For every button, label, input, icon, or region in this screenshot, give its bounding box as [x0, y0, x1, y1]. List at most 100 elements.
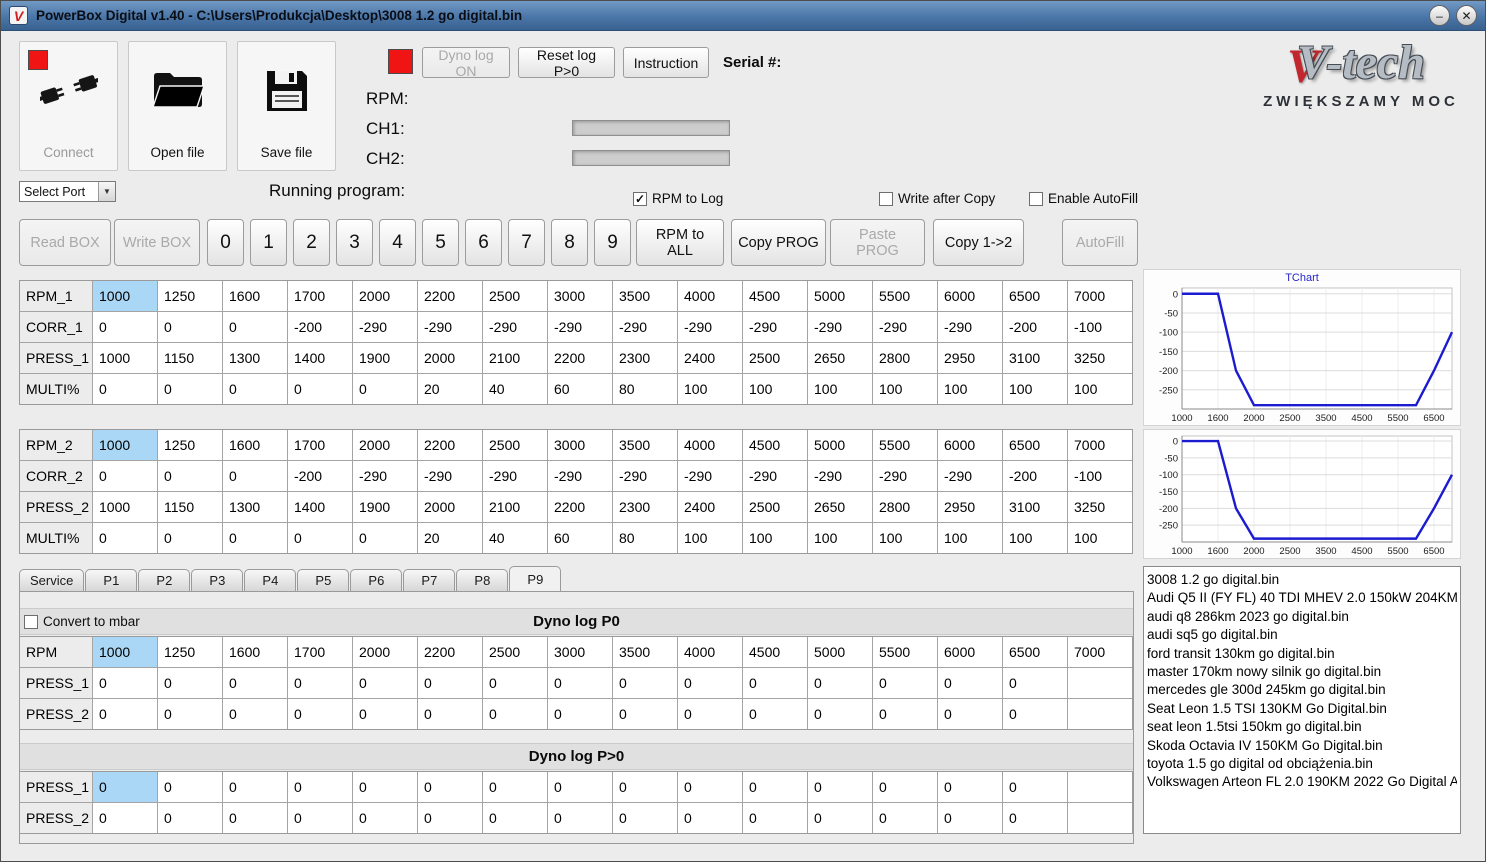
- table-cell[interactable]: 0: [223, 374, 287, 404]
- table-cell[interactable]: 0: [678, 803, 742, 833]
- table-cell[interactable]: 6500: [1003, 281, 1067, 311]
- table-cell[interactable]: 2200: [548, 492, 612, 522]
- table-cell[interactable]: 2500: [483, 637, 547, 667]
- table-cell[interactable]: [1068, 699, 1132, 729]
- instruction-button[interactable]: Instruction: [623, 47, 709, 78]
- table-cell[interactable]: 0: [938, 772, 1002, 802]
- table-cell[interactable]: -100: [1068, 461, 1132, 491]
- table-cell[interactable]: 40: [483, 523, 547, 553]
- table-cell[interactable]: 2800: [873, 343, 937, 373]
- table-cell[interactable]: 0: [223, 461, 287, 491]
- file-list-item[interactable]: Seat Leon 1.5 TSI 130KM Go Digital.bin: [1147, 700, 1457, 718]
- table-cell[interactable]: 0: [223, 699, 287, 729]
- table-cell[interactable]: 100: [1003, 374, 1067, 404]
- table-cell[interactable]: -290: [613, 312, 677, 342]
- table-cell[interactable]: 100: [1003, 523, 1067, 553]
- table-cell[interactable]: 0: [613, 699, 677, 729]
- table-cell[interactable]: -290: [678, 312, 742, 342]
- table-cell[interactable]: 0: [808, 699, 872, 729]
- table-cell[interactable]: 7000: [1068, 430, 1132, 460]
- table-cell[interactable]: -200: [1003, 312, 1067, 342]
- table-cell[interactable]: 1000: [93, 430, 157, 460]
- table-cell[interactable]: 6000: [938, 281, 1002, 311]
- table-cell[interactable]: [1068, 668, 1132, 698]
- table-cell[interactable]: 2500: [743, 492, 807, 522]
- table-cell[interactable]: 1600: [223, 637, 287, 667]
- table-cell[interactable]: 7000: [1068, 637, 1132, 667]
- table-cell[interactable]: 3500: [613, 637, 677, 667]
- table-cell[interactable]: 0: [93, 374, 157, 404]
- reset-log-button[interactable]: Reset log P>0: [518, 47, 615, 79]
- table-cell[interactable]: -290: [938, 461, 1002, 491]
- table-cell[interactable]: 2950: [938, 492, 1002, 522]
- tab-p5[interactable]: P5: [297, 569, 350, 591]
- table-cell[interactable]: 0: [158, 772, 222, 802]
- table-cell[interactable]: 0: [288, 668, 352, 698]
- table-cell[interactable]: 0: [158, 699, 222, 729]
- table-cell[interactable]: 0: [288, 523, 352, 553]
- table-cell[interactable]: 5000: [808, 281, 872, 311]
- table-cell[interactable]: 0: [483, 699, 547, 729]
- table-cell[interactable]: 5500: [873, 637, 937, 667]
- table-cell[interactable]: 0: [938, 699, 1002, 729]
- table-cell[interactable]: 0: [158, 374, 222, 404]
- digit-button-4[interactable]: 4: [379, 219, 416, 266]
- table-cell[interactable]: 0: [483, 668, 547, 698]
- table-cell[interactable]: 4000: [678, 637, 742, 667]
- tab-p9[interactable]: P9: [509, 566, 562, 591]
- table-cell[interactable]: 2500: [483, 281, 547, 311]
- table-cell[interactable]: 1900: [353, 343, 417, 373]
- table-cell[interactable]: 2000: [353, 637, 417, 667]
- table-cell[interactable]: -200: [288, 461, 352, 491]
- table-cell[interactable]: 4000: [678, 281, 742, 311]
- tab-p8[interactable]: P8: [456, 569, 509, 591]
- digit-button-6[interactable]: 6: [465, 219, 502, 266]
- table-cell[interactable]: 3250: [1068, 343, 1132, 373]
- table-cell[interactable]: 100: [808, 523, 872, 553]
- table-cell[interactable]: 3100: [1003, 343, 1067, 373]
- table-cell[interactable]: 0: [288, 803, 352, 833]
- tab-p4[interactable]: P4: [244, 569, 297, 591]
- tab-p1[interactable]: P1: [85, 569, 138, 591]
- table-cell[interactable]: 7000: [1068, 281, 1132, 311]
- table-cell[interactable]: 0: [93, 523, 157, 553]
- file-list-item[interactable]: seat leon 1.5tsi 150km go digital.bin: [1147, 718, 1457, 736]
- table-cell[interactable]: 100: [678, 374, 742, 404]
- table-cell[interactable]: 0: [743, 772, 807, 802]
- table-cell[interactable]: 1000: [93, 637, 157, 667]
- file-list-item[interactable]: Audi Q5 II (FY FL) 40 TDI MHEV 2.0 150kW…: [1147, 589, 1457, 607]
- table-cell[interactable]: 2400: [678, 343, 742, 373]
- table-cell[interactable]: 2100: [483, 492, 547, 522]
- table-cell[interactable]: 1300: [223, 343, 287, 373]
- table-cell[interactable]: 1250: [158, 637, 222, 667]
- table-cell[interactable]: 0: [1003, 803, 1067, 833]
- table-cell[interactable]: 0: [288, 699, 352, 729]
- table-cell[interactable]: 2000: [353, 430, 417, 460]
- table-cell[interactable]: 6500: [1003, 637, 1067, 667]
- table-cell[interactable]: 0: [353, 699, 417, 729]
- table-cell[interactable]: 0: [288, 374, 352, 404]
- table-cell[interactable]: 100: [743, 523, 807, 553]
- file-list-item[interactable]: master 170km nowy silnik go digital.bin: [1147, 663, 1457, 681]
- table-cell[interactable]: 0: [743, 803, 807, 833]
- table-cell[interactable]: 2650: [808, 492, 872, 522]
- table-cell[interactable]: 4500: [743, 281, 807, 311]
- table-cell[interactable]: 5500: [873, 281, 937, 311]
- table-cell[interactable]: -290: [938, 312, 1002, 342]
- chevron-down-icon[interactable]: ▼: [98, 182, 115, 201]
- table-cell[interactable]: 3100: [1003, 492, 1067, 522]
- table-cell[interactable]: 2300: [613, 492, 677, 522]
- digit-button-9[interactable]: 9: [594, 219, 631, 266]
- table-cell[interactable]: 1250: [158, 281, 222, 311]
- table-cell[interactable]: -290: [548, 461, 612, 491]
- table-cell[interactable]: -290: [353, 312, 417, 342]
- table-cell[interactable]: 0: [418, 803, 482, 833]
- table-cell[interactable]: 100: [743, 374, 807, 404]
- table-cell[interactable]: 0: [1003, 772, 1067, 802]
- digit-button-1[interactable]: 1: [250, 219, 287, 266]
- table-cell[interactable]: 6000: [938, 637, 1002, 667]
- table-cell[interactable]: 2200: [548, 343, 612, 373]
- table-cell[interactable]: 2100: [483, 343, 547, 373]
- table-cell[interactable]: 40: [483, 374, 547, 404]
- table-cell[interactable]: 0: [353, 374, 417, 404]
